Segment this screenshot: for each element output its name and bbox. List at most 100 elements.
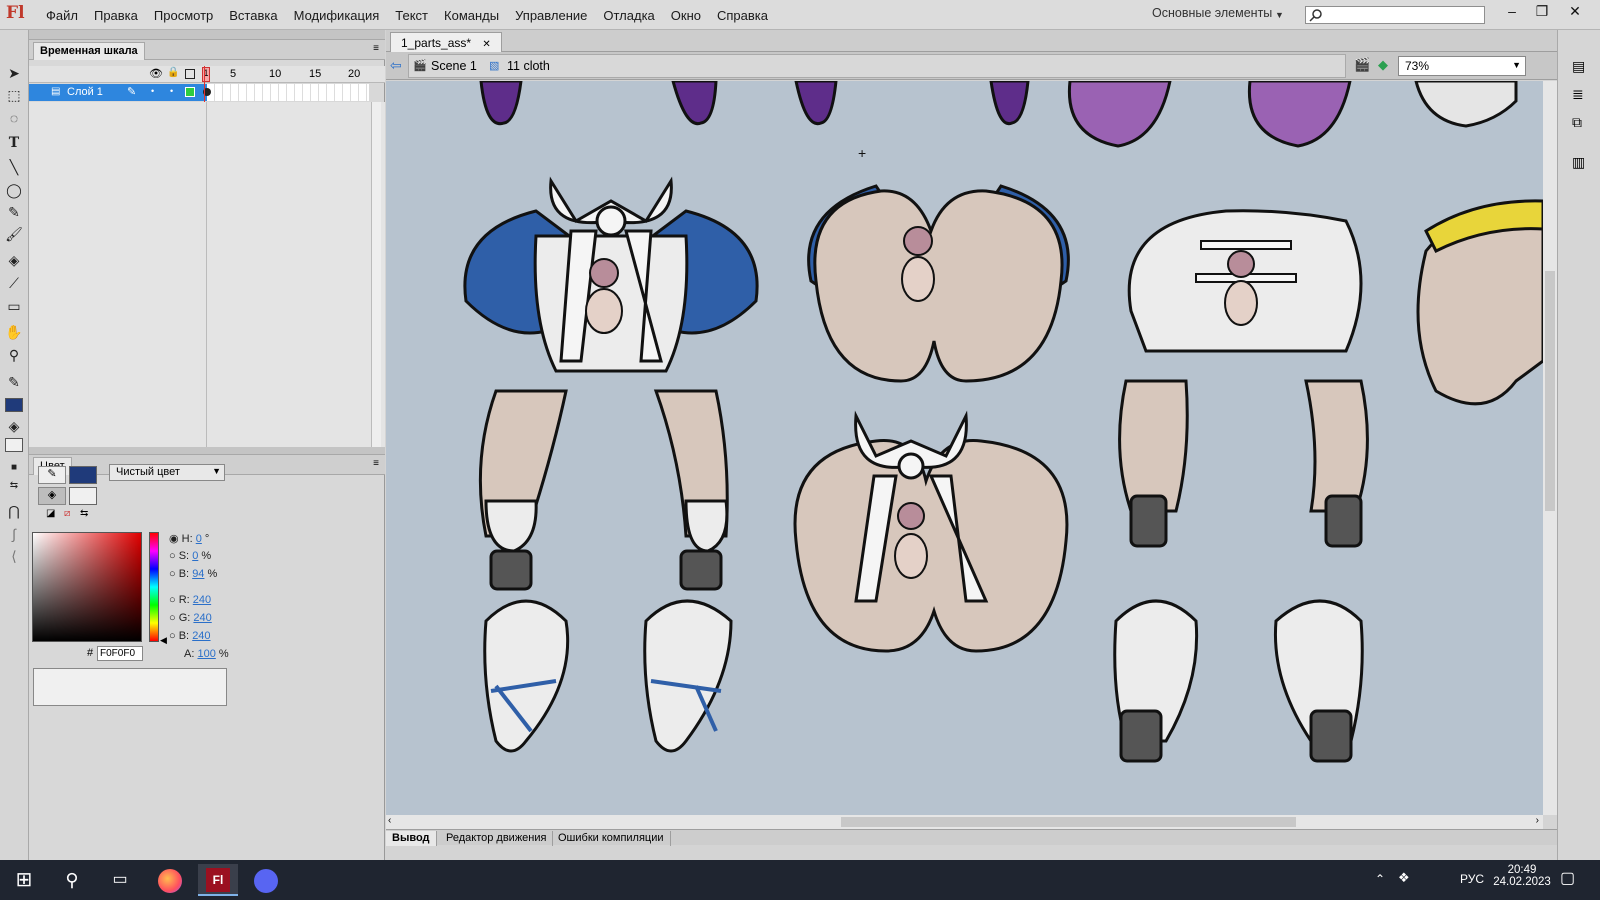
color-picker-field[interactable] [32, 532, 142, 642]
scroll-right-icon[interactable]: › [1536, 815, 1539, 826]
s-value[interactable]: 0 [192, 550, 198, 562]
eyedropper-icon[interactable]: ⟋ [4, 273, 24, 293]
menu-control[interactable]: Управление [507, 8, 595, 23]
stroke-color-icon[interactable]: ✎ [4, 372, 24, 392]
swap-colors-icon[interactable]: ⇆ [4, 476, 24, 496]
windows-start-icon[interactable]: ⊞ [4, 864, 44, 896]
properties-icon[interactable]: ▤ [1572, 58, 1585, 75]
menu-window[interactable]: Окно [663, 8, 709, 23]
search-icon[interactable]: ⚲ [52, 864, 92, 896]
lock-dot[interactable]: • [170, 86, 173, 96]
clock[interactable]: 20:49 24.02.2023 [1490, 864, 1554, 888]
menu-text[interactable]: Текст [387, 8, 436, 23]
swap-colors-icon[interactable]: ⇆ [80, 508, 88, 519]
scroll-thumb[interactable] [841, 817, 1296, 827]
horizontal-scrollbar[interactable]: ‹ › [386, 815, 1543, 829]
library-icon[interactable]: ▥ [1572, 154, 1585, 171]
restore-button[interactable]: ❐ [1527, 0, 1557, 22]
edit-scene-icon[interactable]: 🎬 [1354, 57, 1370, 73]
lock-icon[interactable]: 🔒 [167, 67, 179, 78]
transform-icon[interactable]: ⧉ [1572, 114, 1582, 131]
pencil-tool-icon[interactable]: ✎ [4, 202, 24, 222]
zoom-tool-icon[interactable]: ⚲ [4, 345, 24, 365]
radio-blue[interactable]: ○ [169, 630, 176, 642]
b-value[interactable]: 94 [192, 568, 204, 580]
zoom-select[interactable]: 73% ▼ [1398, 56, 1526, 76]
timeline-scrollbar[interactable] [371, 102, 381, 458]
radio-g[interactable]: ○ [169, 612, 176, 624]
no-color-icon[interactable]: ⧄ [64, 508, 70, 519]
fill-type-select[interactable]: Чистый цвет ▼ [109, 464, 225, 481]
radio-h[interactable]: ◉ [169, 533, 179, 545]
breadcrumb-symbol[interactable]: 11 cloth [507, 59, 550, 73]
menu-view[interactable]: Просмотр [146, 8, 221, 23]
eraser-icon[interactable]: ▭ [4, 296, 24, 316]
lasso-tool-icon[interactable]: ◌ [4, 108, 24, 128]
stage-canvas[interactable]: + [386, 81, 1543, 815]
fill-color-swatch[interactable] [69, 487, 97, 505]
back-arrow-icon[interactable]: ⇦ [390, 57, 402, 74]
fill-swatch[interactable] [5, 438, 23, 452]
default-colors-icon[interactable]: ◪ [46, 508, 55, 519]
tab-timeline[interactable]: Временная шкала [33, 42, 145, 60]
radio-b[interactable]: ○ [169, 568, 176, 580]
visibility-dot[interactable]: • [151, 86, 154, 96]
frames-area[interactable] [203, 84, 369, 101]
radio-r[interactable]: ○ [169, 594, 176, 606]
layer-row[interactable]: ▤ Слой 1 ✎ • • [29, 84, 207, 101]
menu-modify[interactable]: Модификация [286, 8, 388, 23]
language-indicator[interactable]: РУС [1460, 872, 1484, 886]
default-colors-icon[interactable]: ■ [4, 458, 24, 478]
stroke-swatch[interactable] [5, 398, 23, 412]
tab-compiler-errors[interactable]: Ошибки компиляции [552, 831, 671, 846]
outline-icon[interactable] [185, 69, 195, 79]
hue-slider[interactable] [149, 532, 159, 642]
fill-bucket-icon[interactable]: ◈ [38, 487, 66, 505]
layer-name[interactable]: Слой 1 [67, 86, 103, 98]
menu-commands[interactable]: Команды [436, 8, 507, 23]
workspace-selector[interactable]: Основные элементы [1152, 6, 1272, 20]
hex-input[interactable]: F0F0F0 [97, 646, 143, 661]
align-icon[interactable]: ≣ [1572, 86, 1584, 103]
alpha-value[interactable]: 100 [197, 648, 215, 660]
eye-icon[interactable]: 👁 [149, 67, 163, 80]
hand-tool-icon[interactable]: ✋ [4, 322, 24, 342]
subselection-tool-icon[interactable]: ⬚ [4, 85, 24, 105]
panel-menu-icon[interactable]: ≡ [373, 458, 379, 469]
menu-help[interactable]: Справка [709, 8, 776, 23]
flash-app-icon[interactable]: Fl [198, 864, 238, 896]
oval-tool-icon[interactable]: ◯ [4, 180, 24, 200]
stroke-pencil-icon[interactable]: ✎ [38, 466, 66, 484]
selection-tool-icon[interactable]: ➤ [4, 63, 24, 83]
discord-icon[interactable] [246, 864, 286, 896]
tab-motion-editor[interactable]: Редактор движения [440, 831, 554, 846]
firefox-icon[interactable] [150, 864, 190, 896]
notifications-icon[interactable]: ▢ [1560, 868, 1575, 888]
close-button[interactable]: ✕ [1560, 0, 1590, 22]
vertical-scrollbar[interactable] [1543, 81, 1557, 815]
document-tab[interactable]: 1_parts_ass* ✕ [390, 32, 502, 52]
edit-symbol-icon[interactable]: ◆ [1378, 57, 1388, 73]
g-value[interactable]: 240 [193, 612, 211, 624]
menu-file[interactable]: Файл [38, 8, 86, 23]
h-value[interactable]: 0 [196, 533, 202, 545]
minimize-button[interactable]: – [1497, 0, 1527, 22]
breadcrumb-scene[interactable]: Scene 1 [431, 59, 477, 73]
task-view-icon[interactable]: ▭ [100, 864, 140, 896]
text-tool-icon[interactable]: T [4, 133, 24, 153]
brush-tool-icon[interactable]: 🖌 [4, 224, 24, 244]
scroll-left-icon[interactable]: ‹ [388, 815, 391, 826]
r-value[interactable]: 240 [193, 594, 211, 606]
menu-edit[interactable]: Правка [86, 8, 146, 23]
dropbox-icon[interactable]: ❖ [1398, 870, 1410, 886]
tab-output[interactable]: Вывод [386, 831, 437, 846]
stroke-color-swatch[interactable] [69, 466, 97, 484]
chevron-up-icon[interactable]: ⌃ [1375, 872, 1385, 886]
scroll-thumb[interactable] [1545, 271, 1555, 511]
paint-bucket-icon[interactable]: ◈ [4, 250, 24, 270]
panel-menu-icon[interactable]: ≡ [373, 43, 379, 54]
blue-value[interactable]: 240 [192, 630, 210, 642]
slider-handle-icon[interactable]: ◀ [160, 635, 167, 646]
layer-color-swatch[interactable] [185, 87, 195, 97]
line-tool-icon[interactable]: ╲ [4, 157, 24, 177]
